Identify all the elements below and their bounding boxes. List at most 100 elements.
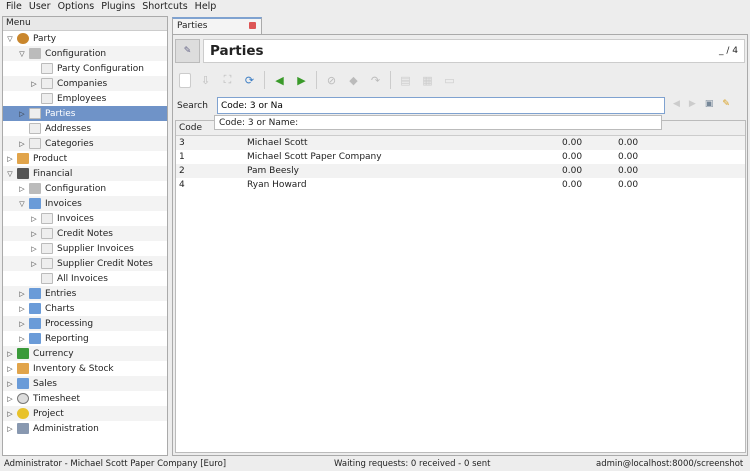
new-record-icon[interactable] xyxy=(179,72,191,88)
menu-item-party[interactable]: ▽ Party xyxy=(3,31,167,46)
menu-item-financial[interactable]: ▽ Financial xyxy=(3,166,167,181)
folder-icon xyxy=(29,198,41,209)
menu-item-companies[interactable]: ▷ Companies xyxy=(3,76,167,91)
folder-icon xyxy=(29,303,41,314)
status-bar: Administrator - Michael Scott Paper Comp… xyxy=(0,457,750,471)
doc-icon xyxy=(41,228,53,239)
expander-icon[interactable]: ▽ xyxy=(17,200,27,208)
print-icon[interactable]: ▭ xyxy=(442,73,457,88)
menu-item-employees[interactable]: Employees xyxy=(3,91,167,106)
menu-item-timesheet[interactable]: ▷ Timesheet xyxy=(3,391,167,406)
expander-icon[interactable]: ▷ xyxy=(17,140,27,148)
menu-header: Menu xyxy=(3,17,167,31)
expander-icon[interactable]: ▷ xyxy=(29,245,39,253)
toolbar-separator xyxy=(316,71,317,89)
expander-icon[interactable]: ▷ xyxy=(5,410,15,418)
expander-icon[interactable]: ▷ xyxy=(17,305,27,313)
expander-icon[interactable]: ▷ xyxy=(5,365,15,373)
menu-item-label: Invoices xyxy=(57,213,94,224)
table-row[interactable]: 3 Michael Scott 0.00 0.00 xyxy=(176,136,745,150)
expander-icon[interactable]: ▷ xyxy=(29,230,39,238)
menu-item-project[interactable]: ▷ Project xyxy=(3,406,167,421)
expander-icon[interactable]: ▷ xyxy=(17,185,27,193)
menu-item-configuration[interactable]: ▽ Configuration xyxy=(3,46,167,61)
menu-item-reporting[interactable]: ▷ Reporting xyxy=(3,331,167,346)
menu-item-invoices[interactable]: ▽ Invoices xyxy=(3,196,167,211)
expander-icon[interactable]: ▷ xyxy=(29,80,39,88)
menu-plugins[interactable]: Plugins xyxy=(98,0,139,15)
table-row[interactable]: 2 Pam Beesly 0.00 0.00 xyxy=(176,164,745,178)
expander-icon[interactable]: ▷ xyxy=(5,155,15,163)
attachment-icon[interactable]: ⊘ xyxy=(324,73,339,88)
expander-icon[interactable]: ▷ xyxy=(5,425,15,433)
menu-user[interactable]: User xyxy=(26,0,55,15)
menu-item-label: All Invoices xyxy=(57,273,108,284)
status-connection: admin@localhost:8000/screenshot xyxy=(596,459,744,469)
save-icon[interactable]: ⇩ xyxy=(198,73,213,88)
cell-a: 0.00 xyxy=(562,180,583,190)
expander-icon[interactable]: ▷ xyxy=(17,320,27,328)
menu-item-party-configuration[interactable]: Party Configuration xyxy=(3,61,167,76)
expander-icon[interactable]: ▷ xyxy=(5,380,15,388)
menu-item-credit-notes[interactable]: ▷ Credit Notes xyxy=(3,226,167,241)
menu-item-parties[interactable]: ▷ Parties xyxy=(3,106,167,121)
menu-item-addresses[interactable]: Addresses xyxy=(3,121,167,136)
next-page-icon[interactable]: ▶ xyxy=(689,99,696,109)
menu-file[interactable]: File xyxy=(3,0,26,15)
toolbar-separator xyxy=(390,71,391,89)
clear-search-icon[interactable]: ✎ xyxy=(722,99,730,109)
page-title: Parties xyxy=(210,43,264,59)
previous-icon[interactable]: ◀ xyxy=(272,73,287,88)
menu-item-charts[interactable]: ▷ Charts xyxy=(3,301,167,316)
table-row[interactable]: 1 Michael Scott Paper Company 0.00 0.00 xyxy=(176,150,745,164)
expander-icon[interactable]: ▷ xyxy=(29,215,39,223)
menu-item-supplier-credit-notes[interactable]: ▷ Supplier Credit Notes xyxy=(3,256,167,271)
menu-item-supplier-invoices[interactable]: ▷ Supplier Invoices xyxy=(3,241,167,256)
close-tab-icon[interactable] xyxy=(249,22,256,29)
search-input[interactable] xyxy=(217,97,665,114)
menu-item-administration[interactable]: ▷ Administration xyxy=(3,421,167,436)
search-suggestion[interactable]: Code: 3 or Name: xyxy=(214,115,662,130)
menu-item-invoices[interactable]: ▷ Invoices xyxy=(3,211,167,226)
expander-icon[interactable]: ▷ xyxy=(17,110,27,118)
menu-item-inventory-stock[interactable]: ▷ Inventory & Stock xyxy=(3,361,167,376)
expander-icon[interactable]: ▽ xyxy=(17,50,27,58)
menu-item-currency[interactable]: ▷ Currency xyxy=(3,346,167,361)
menu-options[interactable]: Options xyxy=(55,0,99,15)
menu-item-all-invoices[interactable]: All Invoices xyxy=(3,271,167,286)
filter-icon[interactable]: ▣ xyxy=(705,99,714,109)
expander-icon[interactable]: ▷ xyxy=(5,350,15,358)
table-row[interactable]: 4 Ryan Howard 0.00 0.00 xyxy=(176,178,745,192)
box-icon xyxy=(17,153,29,164)
column-header-code[interactable]: Code xyxy=(179,123,202,133)
expander-icon[interactable]: ▷ xyxy=(17,335,27,343)
menu-item-categories[interactable]: ▷ Categories xyxy=(3,136,167,151)
switch-view-button[interactable]: ✎ xyxy=(175,39,200,63)
relate-icon[interactable]: ↷ xyxy=(368,73,383,88)
menu-item-label: Currency xyxy=(33,348,74,359)
menu-shortcuts[interactable]: Shortcuts xyxy=(139,0,191,15)
reload-icon[interactable]: ⟳ xyxy=(242,73,257,88)
cell-code: 1 xyxy=(179,152,185,162)
menu-item-label: Financial xyxy=(33,168,73,179)
menu-item-configuration[interactable]: ▷ Configuration xyxy=(3,181,167,196)
report-icon[interactable]: ▤ xyxy=(398,73,413,88)
menu-item-label: Product xyxy=(33,153,68,164)
menu-item-product[interactable]: ▷ Product xyxy=(3,151,167,166)
tab-parties[interactable]: Parties xyxy=(172,17,262,34)
switch-view-icon[interactable]: ⛶ xyxy=(220,73,235,88)
previous-page-icon[interactable]: ◀ xyxy=(673,99,680,109)
action-icon[interactable]: ◆ xyxy=(346,73,361,88)
menu-item-entries[interactable]: ▷ Entries xyxy=(3,286,167,301)
menu-item-processing[interactable]: ▷ Processing xyxy=(3,316,167,331)
expander-icon[interactable]: ▽ xyxy=(5,170,15,178)
next-icon[interactable]: ▶ xyxy=(294,73,309,88)
expander-icon[interactable]: ▷ xyxy=(5,395,15,403)
email-icon[interactable]: ▦ xyxy=(420,73,435,88)
status-user: Administrator - Michael Scott Paper Comp… xyxy=(4,459,227,469)
menu-item-sales[interactable]: ▷ Sales xyxy=(3,376,167,391)
expander-icon[interactable]: ▷ xyxy=(29,260,39,268)
expander-icon[interactable]: ▷ xyxy=(17,290,27,298)
expander-icon[interactable]: ▽ xyxy=(5,35,15,43)
menu-help[interactable]: Help xyxy=(192,0,221,15)
